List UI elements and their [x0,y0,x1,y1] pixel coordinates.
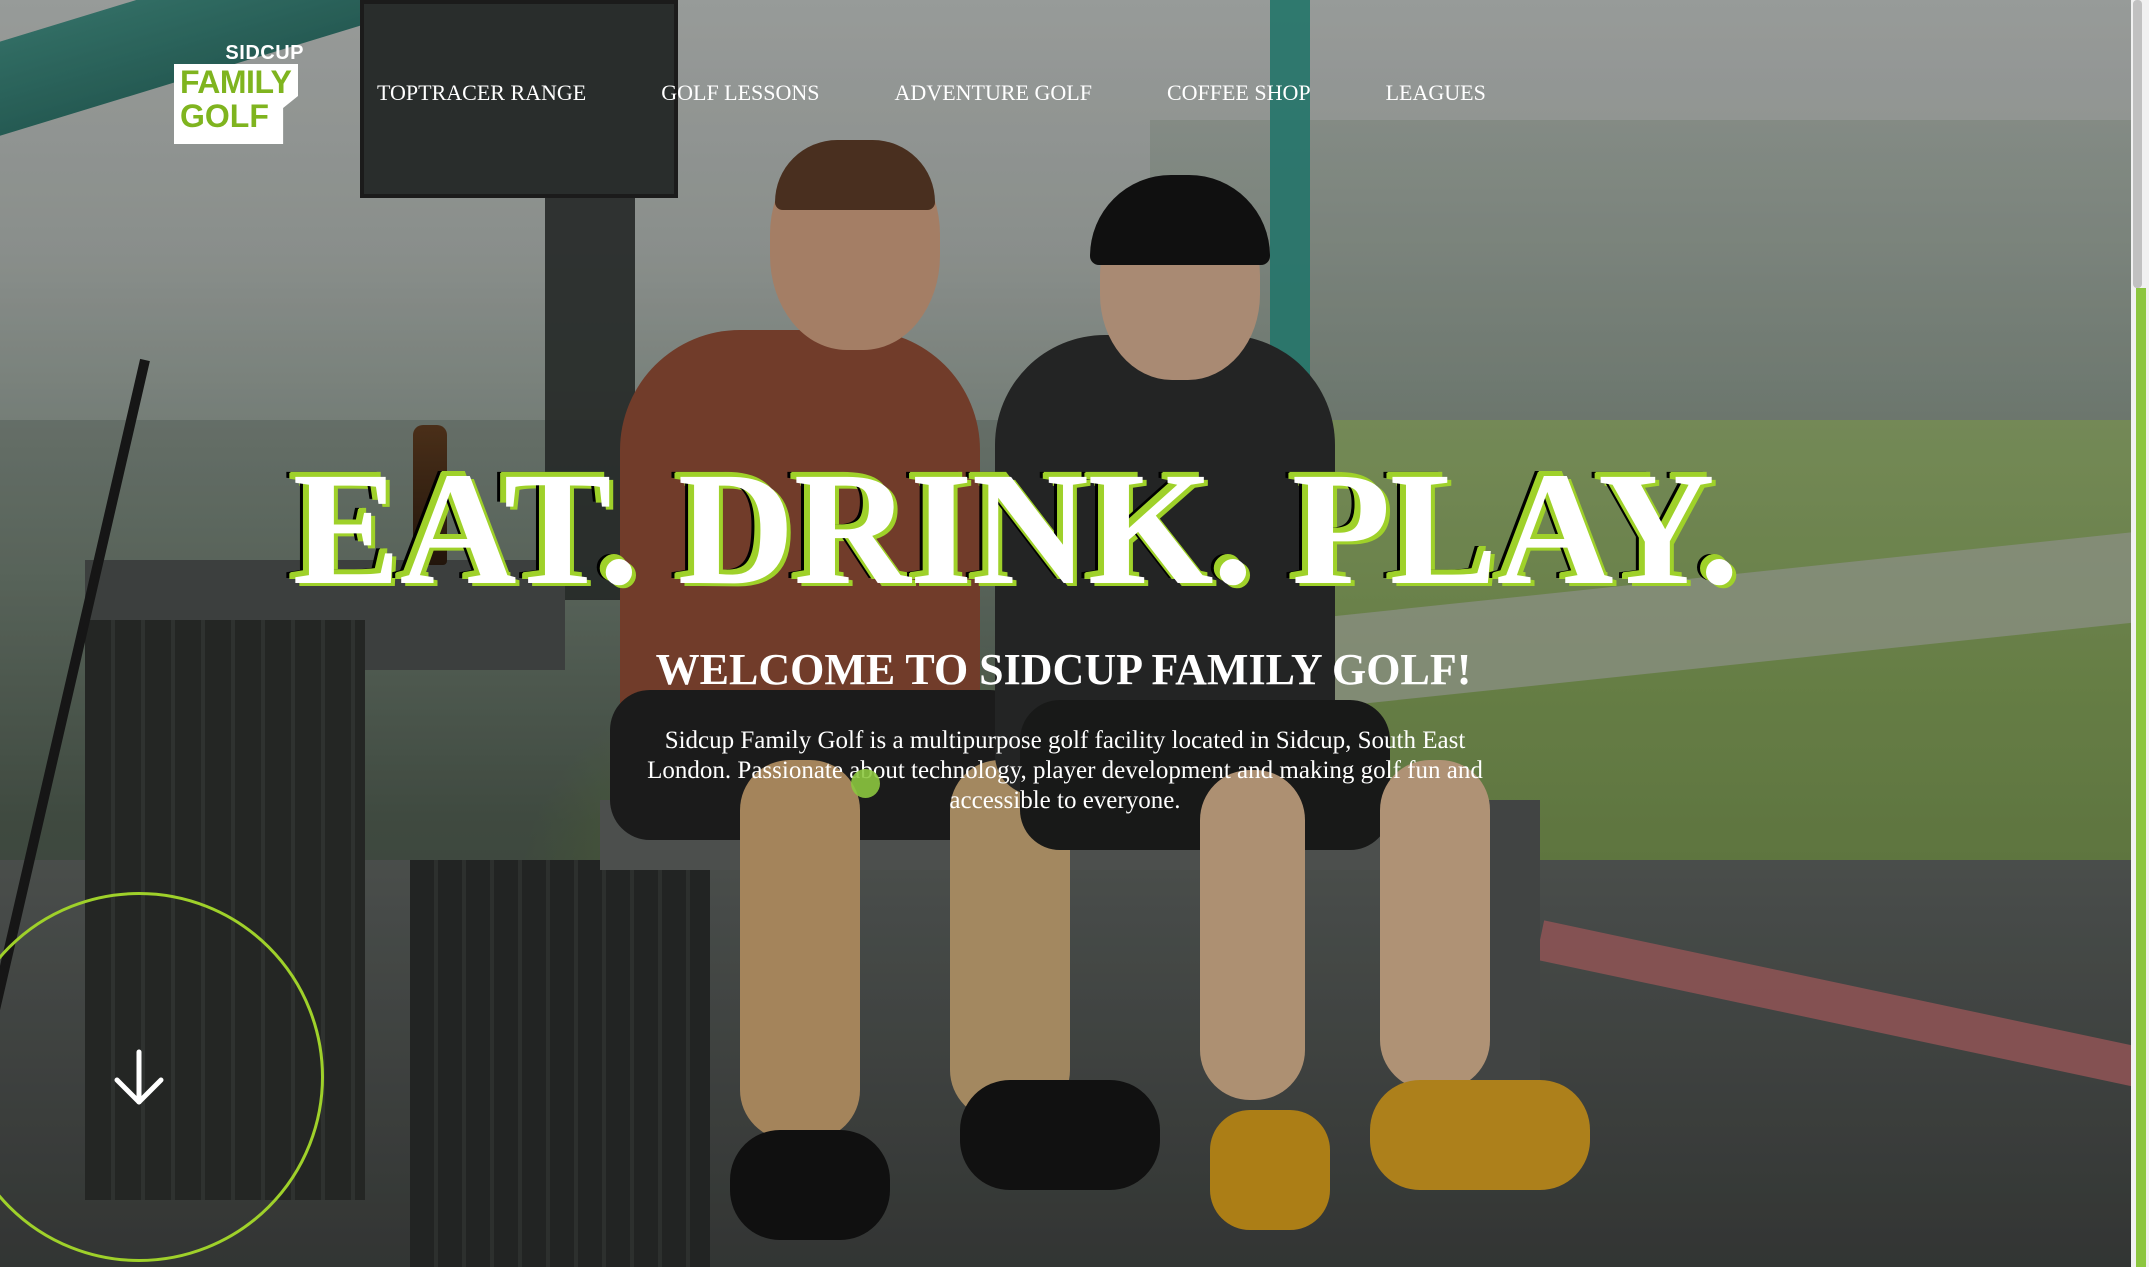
nav-leagues[interactable]: LEAGUES [1386,80,1486,106]
arrow-down-icon[interactable] [112,1048,166,1108]
hero-headline-text: EAT. DRINK. PLAY. [292,440,1740,619]
hero-subheading: WELCOME TO SIDCUP FAMILY GOLF! [0,644,2131,695]
nav-golf-lessons[interactable]: GOLF LESSONS [661,80,819,106]
logo-family-text: FAMILY [180,64,292,100]
logo-golf-text: GOLF [180,98,269,134]
hero-headline: EAT. DRINK. PLAY. [0,440,2131,620]
hero-subheading-text: WELCOME TO SIDCUP FAMILY GOLF! [655,645,1472,694]
main-nav: TOPTRACER RANGE GOLF LESSONS ADVENTURE G… [377,80,1561,106]
nav-adventure-golf[interactable]: ADVENTURE GOLF [895,80,1092,106]
cursor-dot [851,769,880,798]
scroll-progress-bar [2136,288,2146,1267]
nav-coffee-shop[interactable]: COFFEE SHOP [1167,80,1311,106]
logo-sidcup-text: SIDCUP [225,42,304,64]
hero-description: Sidcup Family Golf is a multipurpose gol… [647,727,1483,814]
nav-toptracer-range[interactable]: TOPTRACER RANGE [377,80,586,106]
site-logo[interactable]: SIDCUP FAMILY GOLF [172,42,312,144]
scrollbar-thumb[interactable] [2133,0,2142,288]
